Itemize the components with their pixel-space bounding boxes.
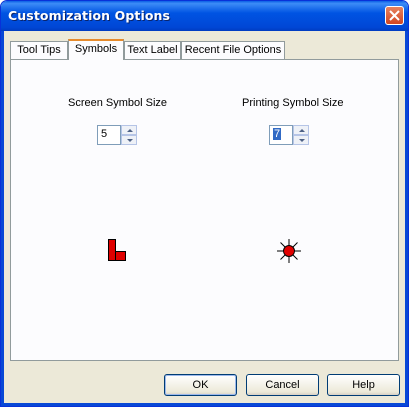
help-button[interactable]: Help xyxy=(327,374,400,396)
arrow-up-icon xyxy=(299,129,305,132)
title-bar[interactable]: Customization Options xyxy=(1,1,408,31)
window-border-left xyxy=(1,31,4,406)
screen-size-up-button[interactable] xyxy=(121,125,137,135)
close-button[interactable] xyxy=(385,6,404,25)
screen-symbol-size-label: Screen Symbol Size xyxy=(68,97,168,109)
window-border-right xyxy=(405,31,408,406)
dialog-window: Customization Options Tool Tips Symbols … xyxy=(0,0,409,407)
tab-symbols[interactable]: Symbols xyxy=(68,39,124,60)
screen-symbol-size-spinner: 5 xyxy=(97,125,137,145)
tab-recent-file-options[interactable]: Recent File Options xyxy=(181,41,285,59)
close-icon xyxy=(389,10,400,21)
screen-symbol-size-input[interactable]: 5 xyxy=(97,125,121,145)
tab-text-label[interactable]: Text Label xyxy=(124,41,181,59)
arrow-down-icon xyxy=(299,139,305,142)
printing-symbol-size-spinner: 7 xyxy=(269,125,309,145)
screen-size-down-button[interactable] xyxy=(121,135,137,145)
printing-symbol-size-input[interactable]: 7 xyxy=(269,125,293,145)
cancel-button[interactable]: Cancel xyxy=(246,374,319,396)
sun-marker-icon xyxy=(277,239,301,263)
printing-size-down-button[interactable] xyxy=(293,135,309,145)
arrow-up-icon xyxy=(127,129,133,132)
symbols-panel: Screen Symbol Size 5 Printing Symbol Siz… xyxy=(10,59,399,361)
window-title: Customization Options xyxy=(8,8,171,23)
ok-button[interactable]: OK xyxy=(164,374,237,396)
arrow-down-icon xyxy=(127,139,133,142)
building-marker-icon xyxy=(108,239,126,261)
window-border-bottom xyxy=(1,403,408,406)
tab-tool-tips[interactable]: Tool Tips xyxy=(10,41,68,59)
printing-symbol-size-label: Printing Symbol Size xyxy=(242,97,344,109)
printing-size-up-button[interactable] xyxy=(293,125,309,135)
